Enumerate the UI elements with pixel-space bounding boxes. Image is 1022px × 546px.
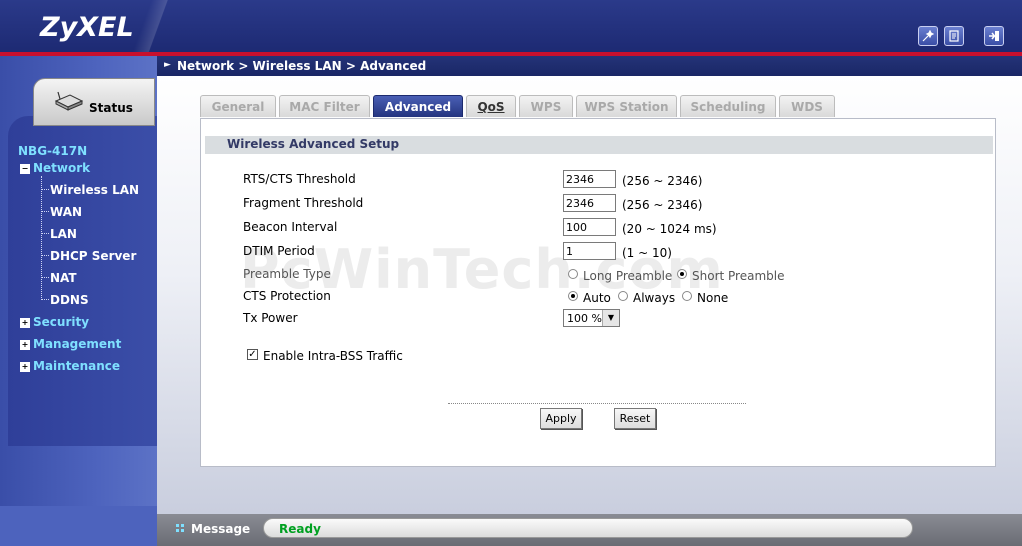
expand-icon[interactable]: +	[20, 362, 30, 372]
short-preamble-label: Short Preamble	[692, 269, 785, 283]
breadcrumb: Network > Wireless LAN > Advanced	[177, 59, 427, 73]
expand-icon[interactable]: +	[20, 340, 30, 350]
rts-label: RTS/CTS Threshold	[243, 172, 356, 186]
tree-wan[interactable]: WAN	[50, 205, 82, 219]
fragment-label: Fragment Threshold	[243, 196, 364, 210]
tree-lan[interactable]: LAN	[50, 227, 77, 241]
left-nav-footer	[0, 506, 157, 546]
grid-dots-icon	[176, 524, 184, 532]
tab-scheduling[interactable]: Scheduling	[680, 95, 776, 117]
section-title: Wireless Advanced Setup	[227, 137, 400, 151]
message-text: Ready	[279, 522, 321, 536]
message-label: Message	[191, 522, 251, 536]
cts-none-label: None	[697, 291, 729, 305]
fragment-input[interactable]	[563, 194, 616, 212]
cts-always-label: Always	[633, 291, 676, 305]
section-header: Wireless Advanced Setup	[205, 136, 993, 154]
txpower-label: Tx Power	[243, 311, 298, 325]
intra-bss-checkbox[interactable]: ✓	[247, 349, 258, 360]
tree-branch	[41, 233, 49, 234]
wizard-icon[interactable]	[918, 26, 938, 46]
tab-qos[interactable]: QoS	[466, 95, 516, 117]
tree-branch	[41, 277, 49, 278]
tree-wireless-lan[interactable]: Wireless LAN	[50, 183, 139, 197]
tab-wps[interactable]: WPS	[519, 95, 573, 117]
cts-auto-radio[interactable]	[568, 291, 578, 301]
tab-wps-station[interactable]: WPS Station	[576, 95, 677, 117]
logout-icon[interactable]	[984, 26, 1004, 46]
txpower-select[interactable]: 100 % ▼	[563, 309, 620, 327]
dtim-label: DTIM Period	[243, 244, 315, 258]
status-tab[interactable]: Status	[33, 78, 155, 126]
tree-ddns[interactable]: DDNS	[50, 293, 89, 307]
intra-bss-label: Enable Intra-BSS Traffic	[263, 349, 403, 363]
dtim-input[interactable]	[563, 242, 616, 260]
device-name: NBG-417N	[18, 144, 88, 158]
long-preamble-radio[interactable]	[568, 269, 578, 279]
divider	[448, 403, 746, 404]
tab-mac-filter[interactable]: MAC Filter	[279, 95, 370, 117]
tree-network[interactable]: − Network	[20, 161, 90, 175]
router-icon	[54, 91, 84, 111]
status-label: Status	[89, 101, 133, 115]
cts-auto-label: Auto	[583, 291, 611, 305]
tree-branch	[41, 189, 49, 190]
cts-label: CTS Protection	[243, 289, 331, 303]
tree-branch	[41, 299, 49, 300]
tree-branch	[41, 255, 49, 256]
top-header: ZyXEL	[0, 0, 1022, 52]
collapse-icon[interactable]: −	[20, 164, 30, 174]
zyxel-logo: ZyXEL	[40, 12, 134, 43]
tree-line	[41, 176, 42, 300]
chevron-down-icon[interactable]: ▼	[602, 310, 619, 326]
reset-button[interactable]: Reset	[614, 408, 656, 429]
tree-management[interactable]: + Management	[20, 337, 121, 351]
breadcrumb-arrow-icon: ►	[164, 60, 171, 70]
tree-branch	[41, 211, 49, 212]
txpower-value: 100 %	[567, 312, 602, 325]
rts-input[interactable]	[563, 170, 616, 188]
tab-wds[interactable]: WDS	[779, 95, 835, 117]
tree-security[interactable]: + Security	[20, 315, 89, 329]
beacon-input[interactable]	[563, 218, 616, 236]
preamble-label: Preamble Type	[243, 267, 331, 281]
beacon-label: Beacon Interval	[243, 220, 338, 234]
beacon-range: (20 ~ 1024 ms)	[622, 222, 717, 236]
rts-range: (256 ~ 2346)	[622, 174, 703, 188]
dtim-range: (1 ~ 10)	[622, 246, 672, 260]
cts-none-radio[interactable]	[682, 291, 692, 301]
short-preamble-radio[interactable]	[677, 269, 687, 279]
expand-icon[interactable]: +	[20, 318, 30, 328]
tree-nat[interactable]: NAT	[50, 271, 77, 285]
long-preamble-label: Long Preamble	[583, 269, 673, 283]
tab-advanced[interactable]: Advanced	[373, 95, 463, 117]
fragment-range: (256 ~ 2346)	[622, 198, 703, 212]
tree-maintenance[interactable]: + Maintenance	[20, 359, 120, 373]
apply-button[interactable]: Apply	[540, 408, 582, 429]
cts-always-radio[interactable]	[618, 291, 628, 301]
about-icon[interactable]	[944, 26, 964, 46]
tab-general[interactable]: General	[200, 95, 276, 117]
tree-dhcp-server[interactable]: DHCP Server	[50, 249, 136, 263]
message-box	[263, 518, 913, 538]
